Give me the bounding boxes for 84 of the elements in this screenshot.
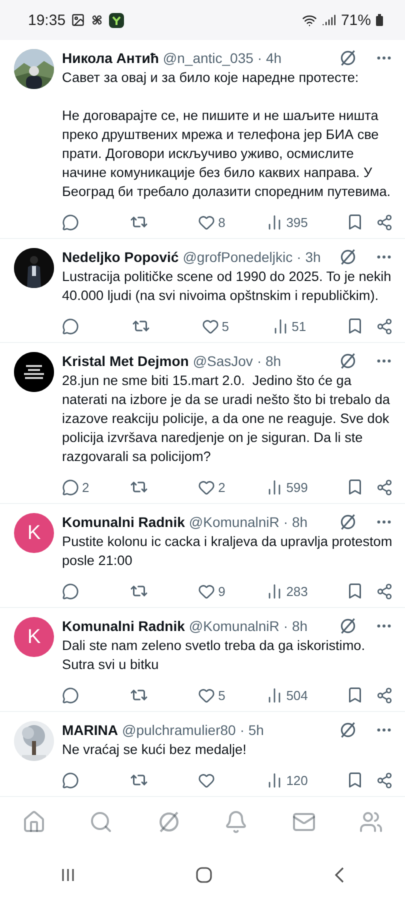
- share-button[interactable]: [376, 772, 393, 788]
- author-handle[interactable]: @KomunalniR: [188, 514, 280, 530]
- bell-icon: [224, 810, 248, 834]
- post-text: Савет за овај и за било које наредне протесте: Не договарајте се, не пишите и не шаљите ништа преко друштвених мрежа и телефона јер БИА све прати. Договори искључиво уживо, осмислите начине комуникације без било каквих направа. У Београд би требало долазити споредним путевима.: [62, 69, 392, 201]
- views-button[interactable]: 504: [266, 686, 308, 704]
- signal-icon: [322, 13, 336, 27]
- speech-bubble-icon: [62, 318, 79, 334]
- avatar[interactable]: K: [14, 617, 54, 657]
- slashed-circle-icon[interactable]: [339, 721, 357, 739]
- author-handle[interactable]: @pulchramulier80: [122, 722, 236, 738]
- share-button[interactable]: [376, 686, 393, 704]
- speech-bubble-icon: [62, 214, 79, 230]
- slashed-circle-icon[interactable]: [339, 248, 357, 266]
- share-button[interactable]: [376, 478, 393, 496]
- heart-icon: [198, 772, 216, 788]
- post-text: Pustite kolonu ic cacka i kraljeva da upravlja protestom posle 21:00: [62, 533, 393, 570]
- like-button[interactable]: 5: [202, 318, 232, 334]
- views-button[interactable]: 395: [266, 214, 308, 230]
- heart-icon: [198, 686, 216, 704]
- speech-bubble-icon: [62, 478, 79, 496]
- views-button[interactable]: 120: [266, 772, 308, 788]
- heart-icon: [198, 478, 216, 496]
- views-button[interactable]: 283: [266, 582, 308, 600]
- recent-apps-icon[interactable]: [60, 867, 76, 883]
- author-name[interactable]: Komunalni Radnik: [62, 618, 185, 634]
- wifi-icon: [302, 12, 317, 28]
- speech-bubble-icon: [62, 582, 79, 600]
- avatar[interactable]: K: [14, 513, 54, 553]
- home-icon[interactable]: [194, 866, 212, 884]
- author-handle[interactable]: @KomunalniR: [188, 618, 280, 634]
- author-name[interactable]: Никола Антић: [62, 50, 159, 66]
- like-button[interactable]: 8: [198, 214, 228, 230]
- author-name[interactable]: Kristal Met Dejmon: [62, 353, 189, 369]
- author-handle[interactable]: @SasJov: [192, 353, 253, 369]
- search-icon: [89, 810, 114, 834]
- slashed-circle-icon[interactable]: [339, 513, 357, 531]
- heart-icon: [202, 318, 219, 334]
- pinwheel-icon: [90, 13, 104, 27]
- like-button[interactable]: 2: [198, 478, 228, 496]
- author-name[interactable]: Nedeljko Popović: [62, 249, 179, 265]
- post-text: Dali ste nam zeleno svetlo treba da ga iskoristimo. Sutra svi u bitku: [62, 637, 366, 674]
- post-time: · 4h: [257, 50, 282, 66]
- post-time: · 8h: [283, 514, 308, 530]
- share-button[interactable]: [376, 214, 393, 230]
- slashed-circle-icon[interactable]: [339, 49, 357, 67]
- author-name[interactable]: MARINA: [62, 722, 118, 738]
- like-button[interactable]: 9: [198, 582, 228, 600]
- post-time: · 8h: [256, 353, 282, 369]
- share-button[interactable]: [376, 318, 393, 334]
- image-icon: [70, 13, 85, 27]
- mail-icon: [292, 810, 316, 834]
- author-handle[interactable]: @grofPonedeljkic: [182, 249, 293, 265]
- post-text: Lustracija političke scene od 1990 do 2025. To je nekih 40.000 ljudi (na svi nivoima opštnskim i republičkim).: [62, 268, 392, 305]
- views-button[interactable]: 599: [266, 478, 308, 496]
- share-icon: [376, 478, 393, 496]
- home-icon: [22, 810, 46, 834]
- battery-level: 71%: [340, 12, 371, 28]
- app-badge-icon: [108, 12, 124, 28]
- share-icon: [376, 582, 393, 600]
- post-time: · 5h: [240, 722, 264, 738]
- slashed-circle-icon[interactable]: [339, 617, 357, 635]
- post-time: · 8h: [283, 618, 308, 634]
- post-text: 28.jun ne sme biti 15.mart 2.0. Jedino što će ga naterati na izbore je da se uradi nešto što bi trebalo da izazove reakciju policije, a da one ne reaguje. Sve dok policija izvršava naredjenje on je siguran. Da li ste razgovarali sa policijom?: [62, 372, 391, 466]
- post-text: Ne vraćaj se kući bez medalje!: [62, 741, 248, 759]
- share-icon: [376, 686, 393, 704]
- share-icon: [376, 772, 393, 788]
- share-icon: [376, 318, 393, 334]
- speech-bubble-icon: [62, 686, 79, 704]
- reply-button[interactable]: 2: [62, 478, 92, 496]
- author-name[interactable]: Komunalni Radnik: [62, 514, 185, 530]
- slashed-circle-icon: [156, 810, 181, 834]
- heart-icon: [198, 214, 216, 230]
- share-button[interactable]: [376, 582, 393, 600]
- slashed-circle-icon[interactable]: [339, 352, 357, 370]
- post-time: · 3h: [296, 249, 321, 265]
- battery-icon: [376, 14, 383, 26]
- share-icon: [376, 214, 393, 230]
- author-handle[interactable]: @n_antic_035: [162, 50, 254, 66]
- people-icon: [359, 810, 384, 834]
- clock-time: 19:35: [28, 12, 66, 28]
- views-button[interactable]: 51: [272, 318, 306, 334]
- heart-icon: [198, 582, 216, 600]
- speech-bubble-icon: [62, 772, 79, 788]
- like-button[interactable]: 5: [198, 686, 228, 704]
